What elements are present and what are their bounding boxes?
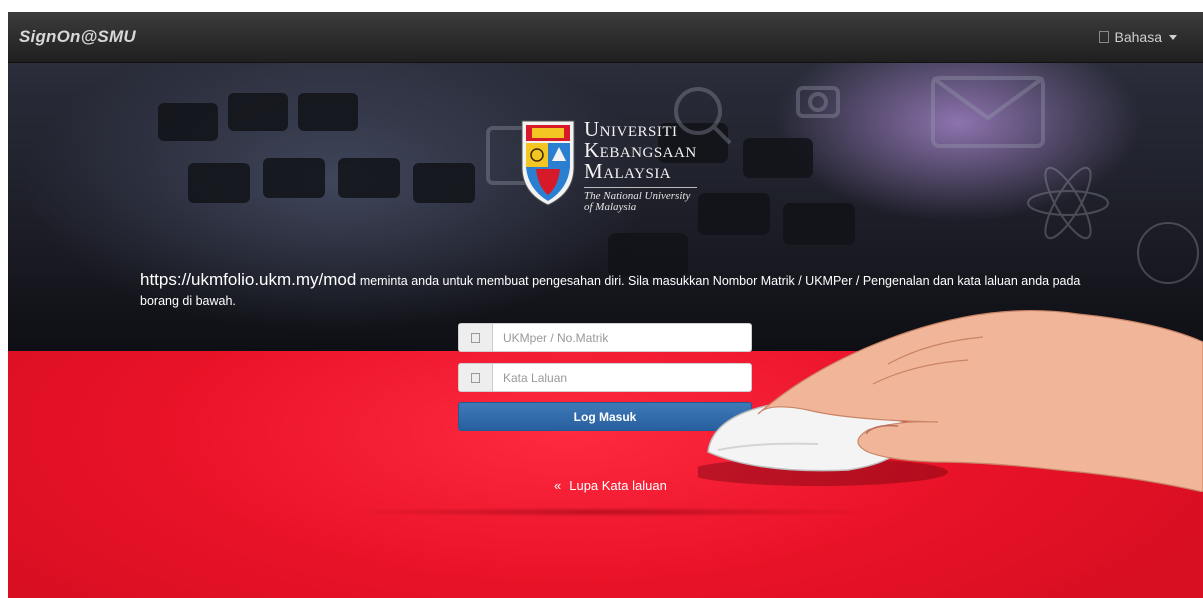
language-label: Bahasa [1114, 29, 1162, 45]
back-arrow-icon: « [554, 478, 562, 493]
requesting-url: https://ukmfolio.ukm.my/mod [140, 270, 357, 289]
user-icon [459, 324, 493, 351]
brand-link[interactable]: SignOn@SMU [19, 27, 136, 47]
shadow-divider [338, 507, 878, 517]
forgot-password-label: Lupa Kata laluan [569, 478, 667, 493]
hand-mouse-image [698, 309, 1203, 492]
ukm-crest-icon [521, 120, 575, 206]
top-navbar: SignOn@SMU Bahasa [8, 12, 1203, 63]
logo-subtitle: The National University of Malaysia [584, 187, 697, 213]
language-icon [1098, 31, 1109, 43]
page-frame: SignOn@SMU Bahasa UNIVERSITI KEBANGSAAN … [8, 12, 1203, 598]
ukm-logo: UNIVERSITI KEBANGSAAN MALAYSIA The Natio… [518, 115, 708, 215]
language-dropdown[interactable]: Bahasa [1098, 29, 1177, 45]
university-name: UNIVERSITI KEBANGSAAN MALAYSIA The Natio… [584, 117, 697, 213]
lock-icon [459, 364, 493, 391]
forgot-password-link[interactable]: « Lupa Kata laluan [554, 478, 667, 493]
caret-down-icon [1169, 34, 1177, 40]
